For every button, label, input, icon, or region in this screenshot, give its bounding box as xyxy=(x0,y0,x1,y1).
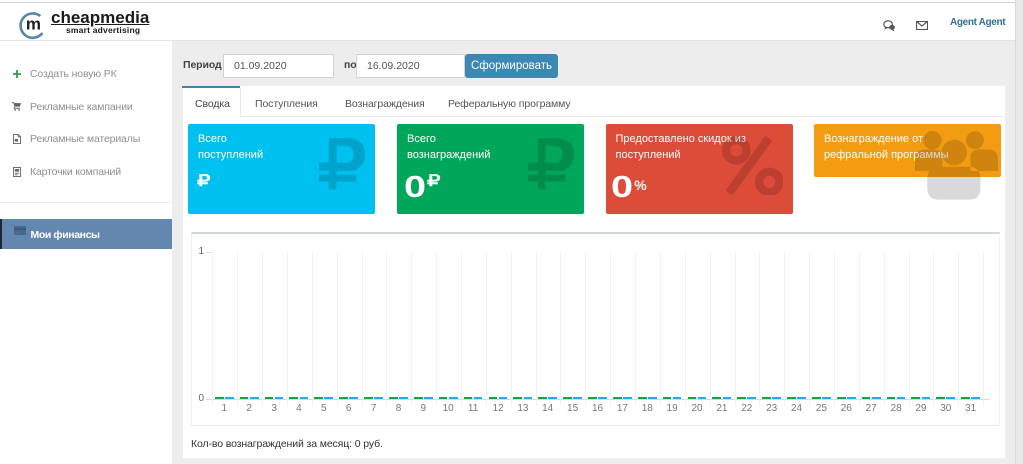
svg-text:m: m xyxy=(26,15,41,34)
